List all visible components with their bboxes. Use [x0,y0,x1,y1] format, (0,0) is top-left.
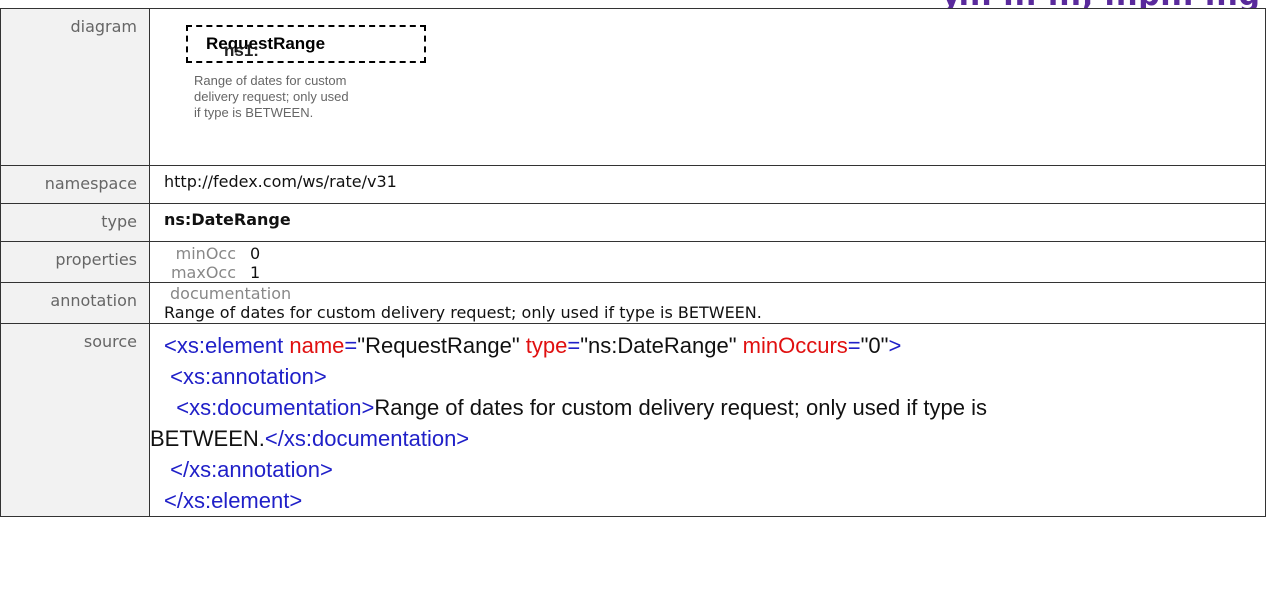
row-annotation: annotation documentation Range of dates … [0,282,1266,324]
row-namespace: namespace http://fedex.com/ws/rate/v31 [0,165,1266,204]
label-annotation: annotation [0,282,150,324]
properties-grid: minOcc 0 maxOcc 1 [164,244,1265,282]
element-box[interactable]: ns1: RequestRange [186,25,426,63]
annotation-cell: documentation Range of dates for custom … [149,282,1266,324]
source-line-6: </xs:element> [164,488,303,513]
source-line-4: BETWEEN.</xs:documentation> [150,423,1265,454]
label-namespace: namespace [0,165,150,204]
element-doc-table: diagram ns1: RequestRange Range of dates … [0,8,1266,517]
prop-key-minocc: minOcc [175,244,236,263]
src-doc-close: </xs:documentation> [264,426,470,451]
type-value[interactable]: ns:DateRange [149,203,1266,242]
page-header-strip: y... ... ...; ...p... ...g [0,0,1266,8]
src-doc-open: <xs:documentation> [164,395,375,420]
prop-key-maxocc: maxOcc [170,263,236,282]
src-val-minoccurs: "0" [860,333,889,358]
label-properties: properties [0,241,150,283]
src-tag-close: > [888,333,902,358]
page-header-title: y... ... ...; ...p... ...g [941,0,1260,8]
src-attr-type: type [525,333,568,358]
namespace-value: http://fedex.com/ws/rate/v31 [149,165,1266,204]
diagram-cell: ns1: RequestRange Range of dates for cust… [149,8,1266,166]
source-code: <xs:element name="RequestRange" type="ns… [150,330,1265,516]
src-attr-name: name [289,333,345,358]
properties-cell: minOcc 0 maxOcc 1 [149,241,1266,283]
src-val-type: "ns:DateRange" [580,333,737,358]
label-diagram: diagram [0,8,150,166]
src-tag-open: <xs:element [164,333,284,358]
source-cell: <xs:element name="RequestRange" type="ns… [149,323,1266,517]
row-source: source <xs:element name="RequestRange" t… [0,323,1266,517]
annotation-text: Range of dates for custom delivery reque… [164,303,762,322]
row-type: type ns:DateRange [0,203,1266,242]
label-type: type [0,203,150,242]
row-diagram: diagram ns1: RequestRange Range of dates … [0,8,1266,166]
element-box-label: ns1: RequestRange [206,34,325,60]
element-prefix: ns1: [224,41,259,60]
source-line-1: <xs:element name="RequestRange" type="ns… [164,333,902,358]
prop-value-minocc: 0 [250,244,261,263]
row-properties: properties minOcc 0 maxOcc 1 [0,241,1266,283]
source-line-3: <xs:documentation>Range of dates for cus… [164,392,1265,423]
source-line-2: <xs:annotation> [164,364,327,389]
prop-value-maxocc: 1 [250,263,261,282]
annotation-heading: documentation [170,284,292,303]
label-source: source [0,323,150,517]
src-attr-minoccurs: minOccurs [742,333,848,358]
diagram-documentation: Range of dates for custom delivery reque… [194,73,349,120]
src-val-name: "RequestRange" [357,333,520,358]
source-line-5: </xs:annotation> [164,457,333,482]
src-doc-text-1: Range of dates for custom delivery reque… [374,395,988,420]
src-doc-text-2: BETWEEN. [150,426,265,451]
